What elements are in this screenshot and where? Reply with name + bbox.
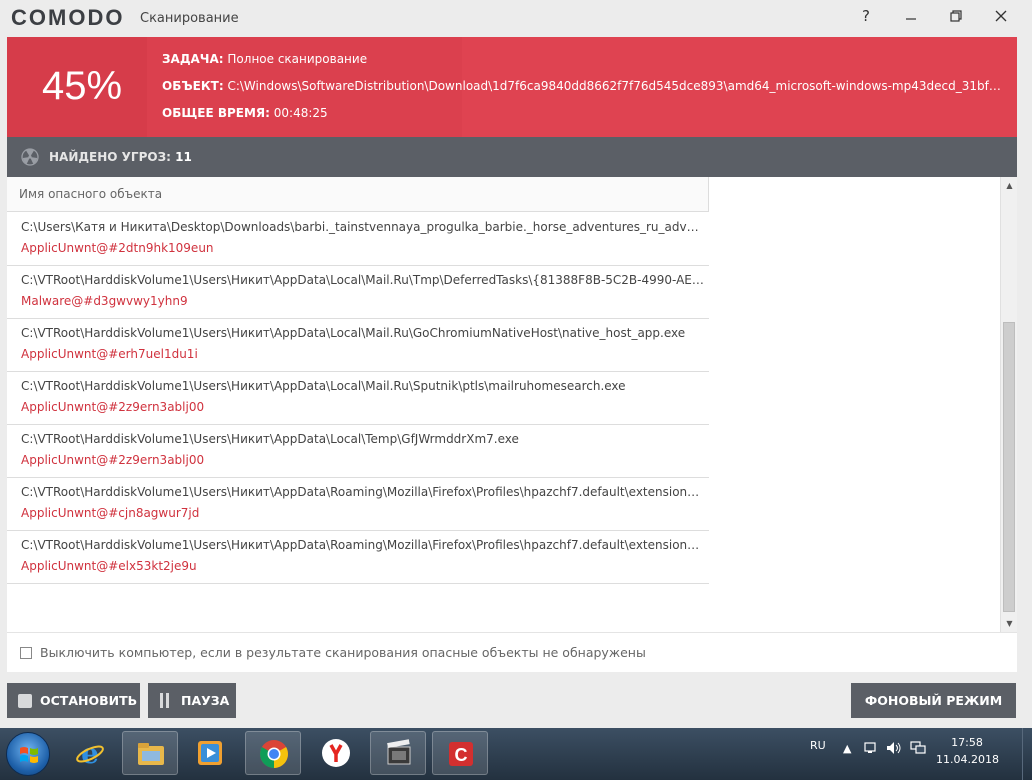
clock[interactable]: 17:58 11.04.2018 [936, 734, 999, 768]
column-header[interactable]: Имя опасного объекта [7, 177, 709, 212]
action-center-icon[interactable] [864, 741, 878, 755]
taskbar-media-player[interactable] [182, 731, 238, 775]
taskbar-chrome[interactable] [245, 731, 301, 775]
threat-rows: C:\Users\Катя и Никита\Desktop\Downloads… [7, 213, 709, 584]
threat-path: C:\Users\Катя и Никита\Desktop\Downloads… [21, 220, 705, 234]
threat-path: C:\VTRoot\HarddiskVolume1\Users\Никит\Ap… [21, 326, 686, 340]
clock-time: 17:58 [951, 736, 983, 749]
taskbar: e C RU ▲ 17:58 11.04.2018 [0, 728, 1032, 780]
comodo-logo: COMODO [11, 5, 125, 30]
network-icon[interactable] [910, 741, 926, 755]
comodo-icon: C [449, 742, 473, 766]
stop-button-label: ОСТАНОВИТЬ [40, 693, 138, 708]
threat-path: C:\VTRoot\HarddiskVolume1\Users\Никит\Ap… [21, 538, 705, 552]
task-label: ЗАДАЧА: [162, 52, 224, 66]
threat-name: ApplicUnwnt@#erh7uel1du1i [21, 347, 198, 361]
taskbar-internet-explorer[interactable]: e [62, 731, 118, 775]
pause-button-label: ПАУЗА [181, 693, 230, 708]
object-value: C:\Windows\SoftwareDistribution\Download… [227, 79, 1007, 93]
internet-explorer-icon: e [76, 737, 104, 769]
table-row[interactable]: C:\VTRoot\HarddiskVolume1\Users\Никит\Ap… [7, 478, 709, 531]
start-button[interactable] [6, 732, 50, 776]
scan-header: 45% ЗАДАЧА: Полное сканирование ОБЪЕКТ: … [7, 37, 1017, 137]
threat-path: C:\VTRoot\HarddiskVolume1\Users\Никит\Ap… [21, 485, 705, 499]
minimize-icon [906, 18, 916, 20]
svg-text:C: C [455, 745, 468, 765]
shutdown-checkbox[interactable] [20, 647, 32, 659]
time-label: ОБЩЕЕ ВРЕМЯ: [162, 106, 270, 120]
threat-path: C:\VTRoot\HarddiskVolume1\Users\Никит\Ap… [21, 379, 626, 393]
threat-name: ApplicUnwnt@#elx53kt2je9u [21, 559, 197, 573]
volume-icon[interactable] [886, 741, 902, 755]
shutdown-option: Выключить компьютер, если в результате с… [7, 632, 1017, 672]
yandex-browser-icon [322, 739, 350, 767]
svg-text:e: e [81, 737, 99, 769]
minimize-button[interactable] [897, 4, 925, 28]
threats-label: НАЙДЕНО УГРОЗ: [49, 150, 171, 164]
object-label: ОБЪЕКТ: [162, 79, 224, 93]
taskbar-film-app[interactable] [370, 731, 426, 775]
time-row: ОБЩЕЕ ВРЕМЯ: 00:48:25 [162, 106, 328, 120]
stop-button[interactable]: ОСТАНОВИТЬ [7, 683, 140, 718]
close-icon [995, 10, 1007, 22]
threats-count: 11 [175, 150, 192, 164]
clock-date: 11.04.2018 [936, 753, 999, 766]
pause-button[interactable]: ПАУЗА [148, 683, 236, 718]
film-app-icon [387, 739, 411, 765]
stop-icon [18, 694, 32, 708]
close-button[interactable] [987, 4, 1015, 28]
media-player-icon [198, 741, 222, 765]
chrome-icon [260, 740, 288, 768]
file-explorer-icon [138, 743, 164, 765]
background-mode-label: ФОНОВЫЙ РЕЖИМ [864, 693, 1003, 708]
window-title: Сканирование [140, 11, 239, 26]
scroll-thumb[interactable] [1003, 322, 1015, 612]
table-row[interactable]: C:\VTRoot\HarddiskVolume1\Users\Никит\Ap… [7, 266, 709, 319]
language-indicator[interactable]: RU [810, 739, 826, 752]
table-row[interactable]: C:\VTRoot\HarddiskVolume1\Users\Никит\Ap… [7, 372, 709, 425]
taskbar-file-explorer[interactable] [122, 731, 178, 775]
table-row[interactable]: C:\Users\Катя и Никита\Desktop\Downloads… [7, 213, 709, 266]
time-value: 00:48:25 [273, 106, 328, 120]
table-row[interactable]: C:\VTRoot\HarddiskVolume1\Users\Никит\Ap… [7, 531, 709, 584]
radiation-icon [21, 148, 39, 166]
restore-button[interactable] [942, 4, 970, 28]
vertical-scrollbar[interactable]: ▲ ▼ [1000, 177, 1017, 632]
show-desktop-button[interactable] [1022, 728, 1032, 780]
object-row: ОБЪЕКТ: C:\Windows\SoftwareDistribution\… [162, 79, 1007, 93]
threat-path: C:\VTRoot\HarddiskVolume1\Users\Никит\Ap… [21, 432, 519, 446]
progress-percent: 45% [41, 64, 123, 108]
background-mode-button[interactable]: ФОНОВЫЙ РЕЖИМ [851, 683, 1016, 718]
threats-bar: НАЙДЕНО УГРОЗ: 11 [7, 137, 1017, 177]
shutdown-label[interactable]: Выключить компьютер, если в результате с… [40, 645, 646, 660]
restore-icon [950, 10, 962, 22]
threat-name: ApplicUnwnt@#2dtn9hk109eun [21, 241, 214, 255]
threat-name: ApplicUnwnt@#2z9ern3ablj00 [21, 400, 205, 414]
windows-logo-icon [20, 747, 38, 763]
threat-list: Имя опасного объекта C:\Users\Катя и Ник… [7, 177, 1017, 632]
taskbar-yandex-browser[interactable] [308, 731, 364, 775]
scroll-down-button[interactable]: ▼ [1001, 615, 1018, 632]
column-header-label: Имя опасного объекта [19, 187, 163, 201]
taskbar-comodo[interactable]: C [432, 731, 488, 775]
table-row[interactable]: C:\VTRoot\HarddiskVolume1\Users\Никит\Ap… [7, 425, 709, 478]
pause-icon [160, 693, 169, 708]
task-row: ЗАДАЧА: Полное сканирование [162, 52, 367, 66]
threat-name: Malware@#d3gwvwy1yhn9 [21, 294, 188, 308]
title-bar: COMODO Сканирование ? [0, 0, 1032, 36]
threats-found: НАЙДЕНО УГРОЗ: 11 [49, 150, 192, 164]
threat-name: ApplicUnwnt@#2z9ern3ablj00 [21, 453, 205, 467]
tray-expand-icon[interactable]: ▲ [843, 742, 851, 755]
task-value: Полное сканирование [227, 52, 368, 66]
help-button[interactable]: ? [852, 4, 880, 28]
table-row[interactable]: C:\VTRoot\HarddiskVolume1\Users\Никит\Ap… [7, 319, 709, 372]
scroll-up-button[interactable]: ▲ [1001, 177, 1018, 194]
threat-name: ApplicUnwnt@#cjn8agwur7jd [21, 506, 200, 520]
threat-path: C:\VTRoot\HarddiskVolume1\Users\Никит\Ap… [21, 273, 705, 287]
